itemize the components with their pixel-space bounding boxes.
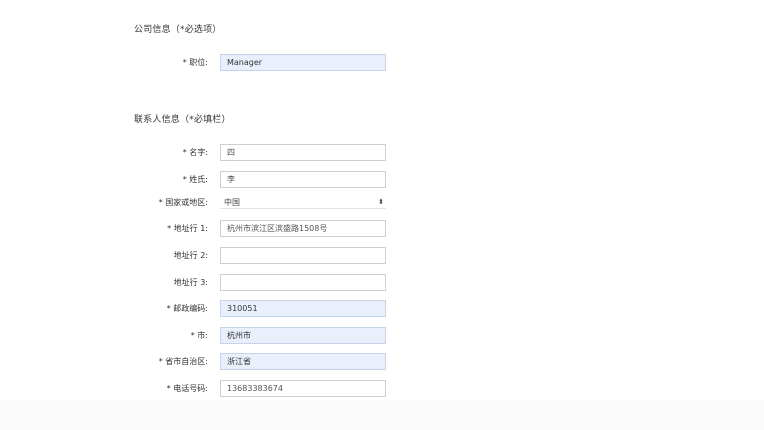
- country-select[interactable]: 中国 ⬍: [220, 196, 386, 209]
- position-row: * 职位:: [0, 54, 764, 72]
- address2-row: 地址行 2:: [0, 247, 764, 265]
- province-label: * 省市自治区:: [158, 357, 208, 366]
- first-name-row: * 名字:: [0, 144, 764, 162]
- last-name-row: * 姓氏:: [0, 171, 764, 189]
- page-bottom-margin: [0, 400, 764, 430]
- province-row: * 省市自治区:: [0, 353, 764, 371]
- country-row: * 国家或地区: 中国 ⬍: [0, 194, 764, 212]
- postal-code-row: * 邮政编码:: [0, 300, 764, 318]
- address1-input[interactable]: [220, 220, 386, 237]
- address2-input[interactable]: [220, 247, 386, 264]
- company-section-title: 公司信息（*必选项）: [134, 25, 222, 35]
- position-input[interactable]: [220, 54, 386, 71]
- address2-label: 地址行 2:: [173, 251, 208, 260]
- city-input[interactable]: [220, 327, 386, 344]
- address3-input[interactable]: [220, 274, 386, 291]
- phone-input[interactable]: [220, 380, 386, 397]
- address1-label: * 地址行 1:: [167, 224, 208, 233]
- phone-label: * 电话号码:: [166, 384, 208, 393]
- last-name-input[interactable]: [220, 171, 386, 188]
- address3-row: 地址行 3:: [0, 274, 764, 292]
- address1-row: * 地址行 1:: [0, 220, 764, 238]
- postal-code-input[interactable]: [220, 300, 386, 317]
- address3-label: 地址行 3:: [173, 278, 208, 287]
- country-label: * 国家或地区:: [158, 198, 208, 207]
- contact-section-title: 联系人信息（*必填栏）: [134, 115, 231, 125]
- form-page: 公司信息（*必选项） * 职位: 联系人信息（*必填栏） * 名字: * 姓氏:…: [0, 0, 764, 400]
- select-arrows-icon: ⬍: [378, 198, 384, 206]
- postal-code-label: * 邮政编码:: [166, 304, 208, 313]
- country-select-value: 中国: [224, 198, 240, 207]
- position-label: * 职位:: [182, 58, 208, 67]
- last-name-label: * 姓氏:: [182, 175, 208, 184]
- city-row: * 市:: [0, 327, 764, 345]
- phone-row: * 电话号码:: [0, 380, 764, 398]
- first-name-input[interactable]: [220, 144, 386, 161]
- city-label: * 市:: [190, 331, 208, 340]
- first-name-label: * 名字:: [182, 148, 208, 157]
- province-input[interactable]: [220, 353, 386, 370]
